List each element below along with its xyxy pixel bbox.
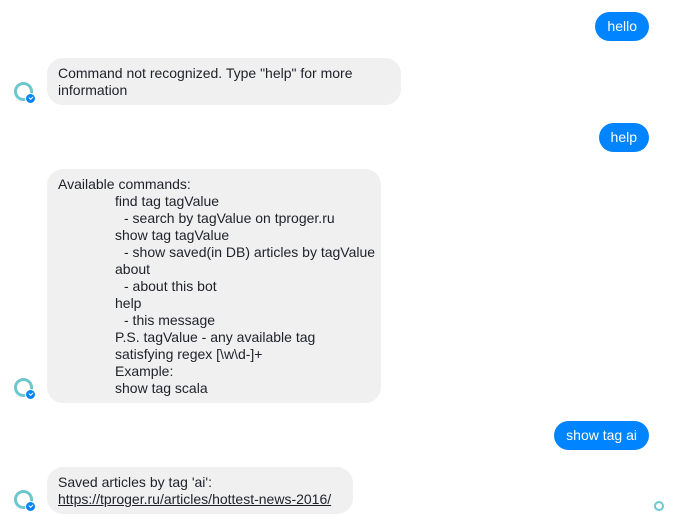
message-text-line: Example: (115, 363, 174, 379)
message-text: show tag ai (566, 427, 637, 443)
check-badge-icon (25, 389, 36, 400)
message-text-line: help (115, 295, 142, 311)
user-message-hello: hello (595, 12, 649, 41)
article-link[interactable]: https://tproger.ru/articles/hottest-news… (58, 491, 331, 507)
message-text-line: show tag scala (115, 380, 208, 396)
message-text-line: P.S. tagValue - any available tag (115, 329, 316, 345)
bot-avatar-icon (14, 378, 36, 400)
check-badge-icon (25, 93, 36, 104)
message-text-line: information (58, 82, 128, 98)
message-text-line: Saved articles by tag 'ai': (58, 474, 212, 490)
message-text: help (610, 129, 637, 145)
message-text-line: Available commands: (58, 176, 191, 192)
user-message-help: help (598, 123, 649, 152)
message-text: hello (607, 18, 637, 34)
bot-message-saved-articles: Saved articles by tag 'ai': https://tpro… (47, 467, 353, 514)
bot-avatar-icon (14, 82, 36, 104)
bot-message-help: Available commands: find tag tagValue - … (47, 169, 381, 403)
message-text-line: - about this bot (124, 278, 217, 294)
message-text-line: satisfying regex [\w\d-]+ (115, 346, 263, 362)
message-text-line: - show saved(in DB) articles by tagValue (124, 244, 376, 260)
message-text-line: about (115, 261, 151, 277)
bot-avatar-icon (14, 490, 36, 512)
message-text-line: find tag tagValue (115, 193, 220, 209)
seen-avatar-icon (654, 501, 664, 511)
message-text-line: - this message (124, 312, 216, 328)
message-text-line: Command not recognized. Type "help" for … (58, 65, 353, 81)
bot-message-unrecognized: Command not recognized. Type "help" for … (47, 58, 401, 105)
message-text-line: - search by tagValue on tproger.ru (124, 210, 335, 226)
check-badge-icon (25, 501, 36, 512)
message-text-line: show tag tagValue (115, 227, 230, 243)
user-message-show-tag-ai: show tag ai (554, 421, 649, 450)
